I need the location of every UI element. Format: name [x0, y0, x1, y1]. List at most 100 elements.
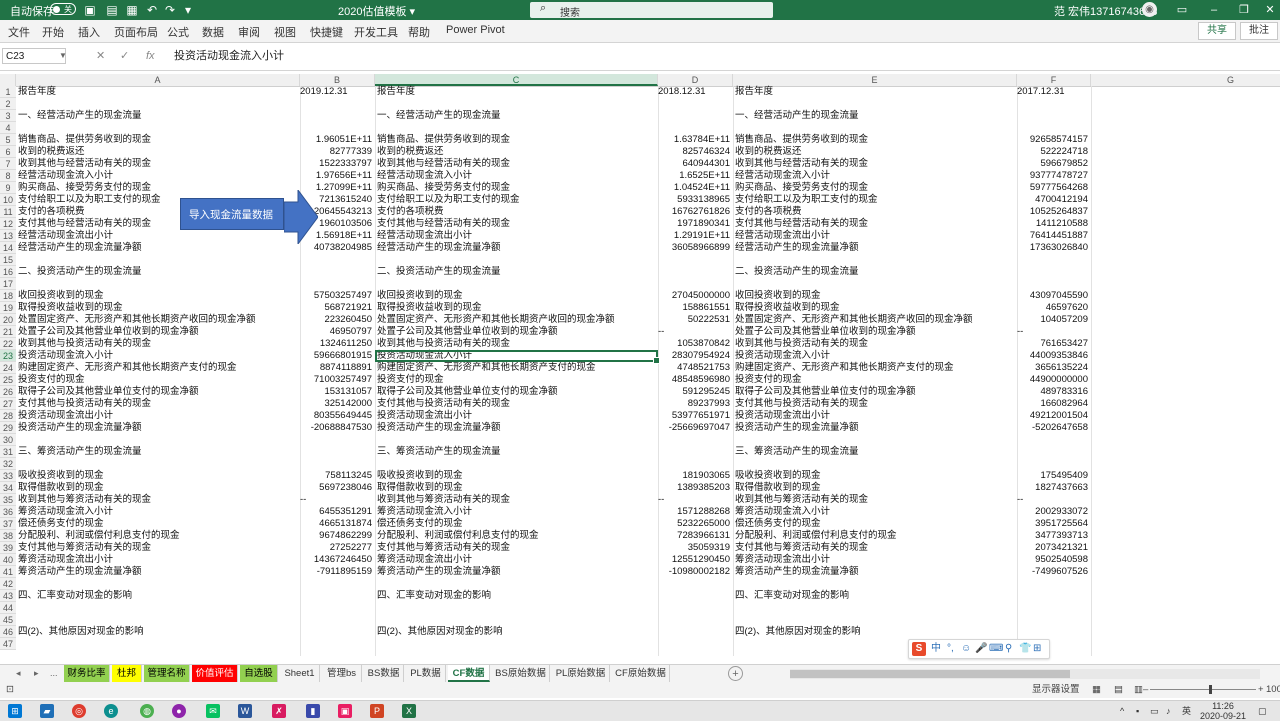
cell[interactable]: 筹资活动现金流入小计 [18, 506, 296, 518]
cell[interactable]: 一、经营活动产生的现金流量 [18, 110, 296, 122]
word-icon[interactable]: W [238, 704, 252, 718]
page-break-view-icon[interactable]: ▥ [1134, 684, 1143, 696]
row-header[interactable]: 32 [0, 458, 16, 470]
row-header[interactable]: 46 [0, 626, 16, 638]
cell[interactable]: 支付的各项税费 [377, 206, 655, 218]
chevron-down-icon[interactable]: ▼ [59, 48, 67, 64]
cell[interactable]: 偿还债务支付的现金 [735, 518, 1013, 530]
cell[interactable]: 收到其他与筹资活动有关的现金 [735, 494, 1013, 506]
sheet-tab[interactable]: Sheet1 [280, 665, 320, 682]
edge-icon[interactable]: e [104, 704, 118, 718]
row-header[interactable]: 3 [0, 110, 16, 122]
cell[interactable]: 筹资活动产生的现金流量净额 [735, 566, 1013, 578]
cell[interactable]: 取得借款收到的现金 [377, 482, 655, 494]
cell[interactable]: 591295245 [658, 386, 730, 398]
cell[interactable]: 投资活动现金流入小计 [18, 350, 296, 362]
cell[interactable]: 处置固定资产、无形资产和其他长期资产收回的现金净额 [735, 314, 1013, 326]
cell[interactable]: 筹资活动现金流出小计 [18, 554, 296, 566]
display-settings-link[interactable]: 显示器设置 [1032, 684, 1080, 696]
row-header[interactable]: 20 [0, 314, 16, 326]
cell[interactable]: 四(2)、其他原因对现金的影响 [735, 626, 1013, 638]
right-arrow-shape[interactable] [284, 190, 318, 244]
tab-formulas[interactable]: 公式 [167, 24, 189, 40]
cell[interactable]: 收到其他与经营活动有关的现金 [735, 158, 1013, 170]
cell[interactable]: 1.96051E+11 [300, 134, 372, 146]
cell[interactable]: -10980002182 [658, 566, 730, 578]
cell[interactable]: 35059319 [658, 542, 730, 554]
comment-button[interactable]: 批注 [1240, 22, 1278, 40]
cell[interactable]: 经营活动产生的现金流量净额 [735, 242, 1013, 254]
form-icon[interactable]: ▤ [104, 2, 120, 18]
cell[interactable]: 经营活动现金流出小计 [377, 230, 655, 242]
cell[interactable]: 处置子公司及其他营业单位收到的现金净额 [18, 326, 296, 338]
app-icon-blue[interactable]: ▮ [306, 704, 320, 718]
cell[interactable]: 取得子公司及其他营业单位支付的现金净额 [377, 386, 655, 398]
cell[interactable]: 59666801915 [300, 350, 372, 362]
cell[interactable]: 89237993 [658, 398, 730, 410]
notification-icon[interactable]: ▢ [1258, 704, 1267, 718]
cell[interactable]: 支付其他与投资活动有关的现金 [735, 398, 1013, 410]
cell[interactable]: 筹资活动现金流出小计 [735, 554, 1013, 566]
cell[interactable]: 收到其他与经营活动有关的现金 [18, 158, 296, 170]
cell[interactable]: 1.63784E+11 [658, 134, 730, 146]
row-header[interactable]: 8 [0, 170, 16, 182]
cell[interactable]: 购买商品、接受劳务支付的现金 [735, 182, 1013, 194]
cell[interactable]: 处置子公司及其他营业单位收到的现金净额 [735, 326, 1013, 338]
cell[interactable]: 3951725564 [1017, 518, 1088, 530]
cell[interactable]: 640944301 [658, 158, 730, 170]
cell[interactable]: 76414451887 [1017, 230, 1088, 242]
cell[interactable]: 购建固定资产、无形资产和其他长期资产支付的现金 [377, 362, 655, 374]
column-header-g[interactable]: G [1091, 74, 1280, 86]
add-sheet-button[interactable]: + [728, 666, 743, 681]
row-header[interactable]: 15 [0, 254, 16, 266]
cell[interactable]: -7499607526 [1017, 566, 1088, 578]
cell[interactable]: 1971890341 [658, 218, 730, 230]
cell[interactable]: 1.29191E+11 [658, 230, 730, 242]
row-header[interactable]: 5 [0, 134, 16, 146]
row-header[interactable]: 41 [0, 566, 16, 578]
cell[interactable]: 收到的税费返还 [18, 146, 296, 158]
row-header[interactable]: 45 [0, 614, 16, 626]
cell[interactable]: 71003257497 [300, 374, 372, 386]
cell[interactable]: 四、汇率变动对现金的影响 [18, 590, 296, 602]
row-header[interactable]: 22 [0, 338, 16, 350]
macro-record-icon[interactable]: ⊡ [6, 684, 14, 696]
cell[interactable]: 522224718 [1017, 146, 1088, 158]
ime-tray-icon[interactable]: 英 [1182, 704, 1191, 718]
cell[interactable]: 报告年度 [377, 86, 655, 98]
sheet-more-button[interactable]: ... [50, 665, 58, 682]
row-header[interactable]: 29 [0, 422, 16, 434]
app-icon-red[interactable]: ✗ [272, 704, 286, 718]
sheet-tab[interactable]: 管理名称 [144, 665, 190, 682]
cell[interactable]: 支付的各项税费 [735, 206, 1013, 218]
cell[interactable]: 支付其他与投资活动有关的现金 [18, 398, 296, 410]
sheet-tab[interactable]: CF数据 [448, 665, 490, 682]
column-header-f[interactable]: F [1017, 74, 1091, 86]
cell[interactable]: 59777564268 [1017, 182, 1088, 194]
ime-tools-icon[interactable]: ⚲ [1005, 642, 1012, 656]
row-header[interactable]: 2 [0, 98, 16, 110]
cell[interactable]: -- [658, 494, 730, 506]
cell[interactable]: 568721921 [300, 302, 372, 314]
cell[interactable]: 93777478727 [1017, 170, 1088, 182]
cell[interactable]: 吸收投资收到的现金 [735, 470, 1013, 482]
row-header[interactable]: 11 [0, 206, 16, 218]
row-header[interactable]: 25 [0, 374, 16, 386]
cell[interactable]: -5202647658 [1017, 422, 1088, 434]
media-player-icon[interactable]: ● [172, 704, 186, 718]
cell[interactable]: 分配股利、利润或偿付利息支付的现金 [18, 530, 296, 542]
tab-shortcuts[interactable]: 快捷键 [310, 24, 343, 40]
restore-icon[interactable]: ❐ [1236, 2, 1252, 18]
cell[interactable]: 投资支付的现金 [377, 374, 655, 386]
cell[interactable]: 10525264837 [1017, 206, 1088, 218]
cancel-icon[interactable]: ✕ [96, 48, 105, 64]
cell[interactable]: 支付其他与筹资活动有关的现金 [377, 542, 655, 554]
row-header[interactable]: 23 [0, 350, 16, 362]
cell[interactable]: 取得投资收益收到的现金 [735, 302, 1013, 314]
browser-icon[interactable]: ◍ [140, 704, 154, 718]
row-header[interactable]: 34 [0, 482, 16, 494]
row-header[interactable]: 39 [0, 542, 16, 554]
cell[interactable]: 49212001504 [1017, 410, 1088, 422]
cell[interactable]: 经营活动现金流出小计 [735, 230, 1013, 242]
cell[interactable]: 43097045590 [1017, 290, 1088, 302]
